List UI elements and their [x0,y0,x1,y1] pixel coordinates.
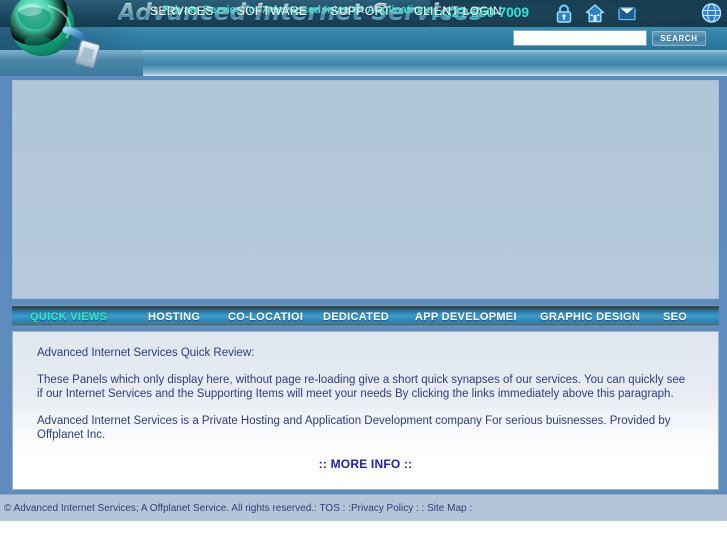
search-input[interactable] [513,30,647,46]
nav-items: SERVICES SOFTWARE SUPPORT CLIENT LOGIN [150,4,502,18]
tabstrip: QUICK VIEWS HOSTING CO-LOCATIOI DEDICATE… [12,305,719,327]
navbar-left-block [0,50,143,76]
content-panel: Advanced Internet Services Quick Review:… [0,330,727,494]
tabstrip-wrapper: QUICK VIEWS HOSTING CO-LOCATIOI DEDICATE… [0,302,727,330]
tab-quick-views[interactable]: QUICK VIEWS [30,311,148,323]
main-navbar [0,50,727,76]
tab-graphic-design[interactable]: GRAPHIC DESIGN [540,311,663,323]
lock-icon[interactable] [554,3,574,24]
footer-copyright: © Advanced Internet Services; A Offplane… [4,503,320,514]
globe-icon[interactable] [701,2,722,24]
footer-link-privacy[interactable]: Privacy Policy : : [351,503,427,514]
footer: © Advanced Internet Services; A Offplane… [0,494,727,521]
search-button[interactable]: SEARCH [652,31,706,46]
hero-panel [0,76,727,302]
tab-list: QUICK VIEWS HOSTING CO-LOCATIOI DEDICATE… [30,311,703,323]
content-body: Advanced Internet Services Quick Review:… [12,331,719,490]
content-heading: Advanced Internet Services Quick Review: [37,347,255,359]
nav-item-services[interactable]: SERVICES [150,4,214,18]
tab-seo[interactable]: SEO [663,311,703,323]
more-info-link[interactable]: :: MORE INFO :: [37,457,694,471]
tab-co-location[interactable]: CO-LOCATIOI [228,311,323,323]
nav-item-software[interactable]: SOFTWARE [237,4,308,18]
tab-dedicated[interactable]: DEDICATED [323,311,415,323]
footer-text: © Advanced Internet Services; A Offplane… [4,503,472,514]
subbar-shade [0,27,140,50]
page-root: Advanced Internet Services 1-321-250-700… [0,0,727,545]
footer-link-tos[interactable]: TOS : : [320,503,352,514]
envelope-icon[interactable] [617,3,637,24]
content-paragraph-1: These Panels which only display here, wi… [37,373,686,401]
house-icon[interactable] [585,3,605,24]
footer-link-sitemap[interactable]: Site Map : [427,503,472,514]
hero-panel-body [12,80,719,299]
tab-app-development[interactable]: APP DEVELOPMEI [415,311,540,323]
page-bottom-whitespace [0,521,727,545]
tab-hosting[interactable]: HOSTING [148,311,228,323]
content-paragraph-2: Advanced Internet Services is a Private … [37,414,671,442]
nav-item-client-login[interactable]: CLIENT LOGIN [414,4,502,18]
nav-item-support[interactable]: SUPPORT [330,4,391,18]
